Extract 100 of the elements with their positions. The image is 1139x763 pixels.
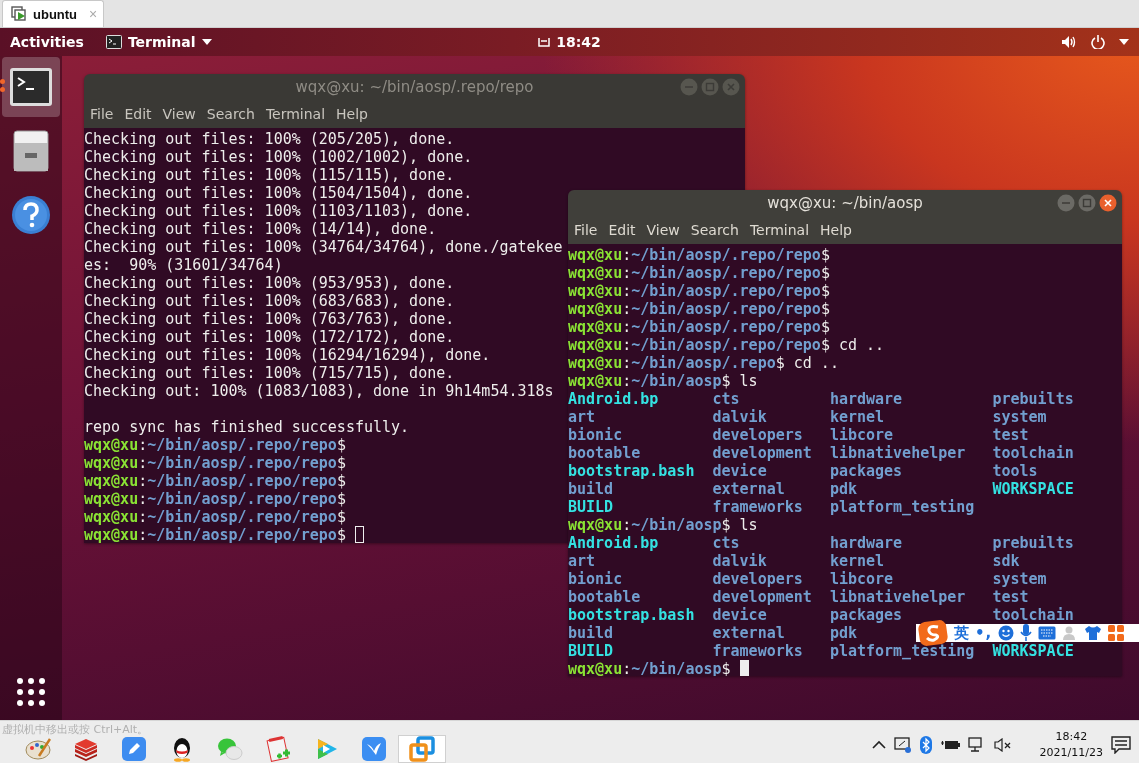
file-name: bootstrap.bash xyxy=(568,606,695,624)
file-name: development xyxy=(712,444,812,462)
squares-icon xyxy=(409,736,435,762)
file-name: development xyxy=(712,588,812,606)
window-title: wqx@xu: ~/bin/aosp/.repo/repo xyxy=(295,78,534,96)
punctuation-toggle[interactable]: •, xyxy=(975,624,993,642)
vm-tab[interactable]: ubuntu × xyxy=(2,0,105,27)
menu-item[interactable]: Search xyxy=(685,222,745,238)
file-name: packages xyxy=(829,606,903,624)
bird-icon xyxy=(361,736,387,762)
prompt-line: wqx@xu:~/bin/aosp/.repo/repo$ xyxy=(568,282,830,300)
mute-icon[interactable] xyxy=(993,738,1012,752)
file-name: prebuilts xyxy=(992,390,1074,408)
file-name: cts xyxy=(712,534,740,552)
chevron-up-icon[interactable] xyxy=(871,740,886,750)
battery-icon[interactable] xyxy=(939,739,960,751)
menu-item[interactable]: Edit xyxy=(603,222,642,238)
file-name: test xyxy=(992,426,1029,444)
file-name: Android.bp xyxy=(568,390,659,408)
file-name: BUILD xyxy=(568,498,614,516)
prompt-line: wqx@xu:~/bin/aosp$ ls xyxy=(568,516,758,534)
smiley-icon[interactable] xyxy=(998,625,1015,641)
microphone-icon[interactable] xyxy=(1020,624,1033,642)
menu-item[interactable]: Terminal xyxy=(744,222,816,238)
bluetooth-icon[interactable] xyxy=(919,736,932,754)
terminal-line: Checking out files: 100% (115/115), done. xyxy=(84,166,455,184)
menu-item[interactable]: View xyxy=(641,222,686,238)
file-name: external xyxy=(712,480,785,498)
terminal-line: Checking out files: 100% (953/953), done. xyxy=(84,274,455,292)
file-name: external xyxy=(712,624,785,642)
file-name: WORKSPACE xyxy=(992,480,1074,498)
terminal-line: Checking out files: 100% (1002/1002), done. xyxy=(84,148,473,166)
prompt-line: wqx@xu:~/bin/aosp/.repo/repo$ xyxy=(84,508,346,526)
terminal-icon xyxy=(105,35,122,49)
shirt-icon[interactable] xyxy=(1084,625,1103,641)
file-name: toolchain xyxy=(992,606,1074,624)
file-name: hardware xyxy=(829,390,903,408)
app-grid-icon[interactable] xyxy=(17,678,45,706)
file-name: frameworks xyxy=(712,642,803,660)
file-name: art xyxy=(568,408,596,426)
input-mode-text[interactable]: 英 xyxy=(954,623,969,643)
window-title: wqx@xu: ~/bin/aosp xyxy=(767,194,923,212)
clock-text[interactable]: 18:42 xyxy=(556,34,601,50)
menu-item[interactable]: Search xyxy=(201,106,261,122)
file-name: bootable xyxy=(568,444,641,462)
activities-button[interactable]: Activities xyxy=(10,34,84,50)
prompt-line: wqx@xu:~/bin/aosp/.repo/repo$ xyxy=(84,526,364,543)
file-name: bionic xyxy=(568,570,623,588)
display-icon[interactable] xyxy=(893,737,912,753)
menu-item[interactable]: Help xyxy=(331,106,374,122)
menu-item[interactable]: Edit xyxy=(119,106,158,122)
file-name: prebuilts xyxy=(992,534,1074,552)
vm-icon xyxy=(11,6,27,22)
terminal-line: Checking out: 100% (1083/1083), done in 9h14m54.318s xyxy=(84,382,554,400)
clock-time[interactable]: 18:42 xyxy=(1055,729,1088,745)
file-name: build xyxy=(568,480,614,498)
file-name: tools xyxy=(992,462,1038,480)
file-cabinet-icon xyxy=(11,130,51,172)
file-name: kernel xyxy=(829,408,885,426)
file-name: dalvik xyxy=(712,408,767,426)
file-name: art xyxy=(568,552,596,570)
help-icon xyxy=(11,195,51,235)
menu-item[interactable]: File xyxy=(569,222,604,238)
terminal-line: Checking out files: 100% (34764/34764), done./gatekee xyxy=(84,238,563,256)
file-name: system xyxy=(992,570,1047,588)
file-name: libnativehelper xyxy=(829,588,966,606)
file-name: cts xyxy=(712,390,740,408)
prompt-line: wqx@xu:~/bin/aosp/.repo/repo$ xyxy=(568,264,830,282)
file-name: libcore xyxy=(829,426,894,444)
file-name: device xyxy=(712,606,767,624)
notification-icon[interactable] xyxy=(1111,736,1131,754)
grid-icon[interactable] xyxy=(1108,625,1125,641)
file-name: test xyxy=(992,588,1029,606)
prompt-line: wqx@xu:~/bin/aosp/.repo/repo$ cd .. xyxy=(568,336,885,354)
dock-item[interactable] xyxy=(2,57,60,117)
file-name: BUILD xyxy=(568,642,614,660)
file-name: bootable xyxy=(568,588,641,606)
terminal-line: es: 90% (31601/34764) xyxy=(84,256,283,274)
close-button[interactable] xyxy=(1099,194,1117,212)
prompt-line: wqx@xu:~/bin/aosp/.repo/repo$ xyxy=(84,436,346,454)
prompt-line: wqx@xu:~/bin/aosp/.repo/repo$ xyxy=(84,490,346,508)
terminal-line: Checking out files: 100% (715/715), done. xyxy=(84,364,455,382)
terminal-line: Checking out files: 100% (14/14), done. xyxy=(84,220,437,238)
file-name: pdk xyxy=(829,480,857,498)
caret-icon[interactable] xyxy=(1119,39,1129,45)
file-name: build xyxy=(568,624,614,642)
file-name: developers xyxy=(712,570,803,588)
file-name: frameworks xyxy=(712,498,803,516)
file-name: platform_testing xyxy=(829,642,975,660)
volume-icon[interactable] xyxy=(1061,35,1077,49)
menu-item[interactable]: View xyxy=(157,106,202,122)
file-name: packages xyxy=(829,462,903,480)
clock-date[interactable]: 2021/11/23 xyxy=(1039,745,1103,761)
app-menu[interactable]: Terminal xyxy=(105,34,212,50)
menu-item[interactable]: Help xyxy=(815,222,858,238)
menu-item[interactable]: Terminal xyxy=(260,106,332,122)
menu-item[interactable]: File xyxy=(85,106,120,122)
file-name: system xyxy=(992,408,1047,426)
power-icon[interactable] xyxy=(1091,35,1105,49)
keyboard-icon[interactable] xyxy=(1038,626,1057,640)
